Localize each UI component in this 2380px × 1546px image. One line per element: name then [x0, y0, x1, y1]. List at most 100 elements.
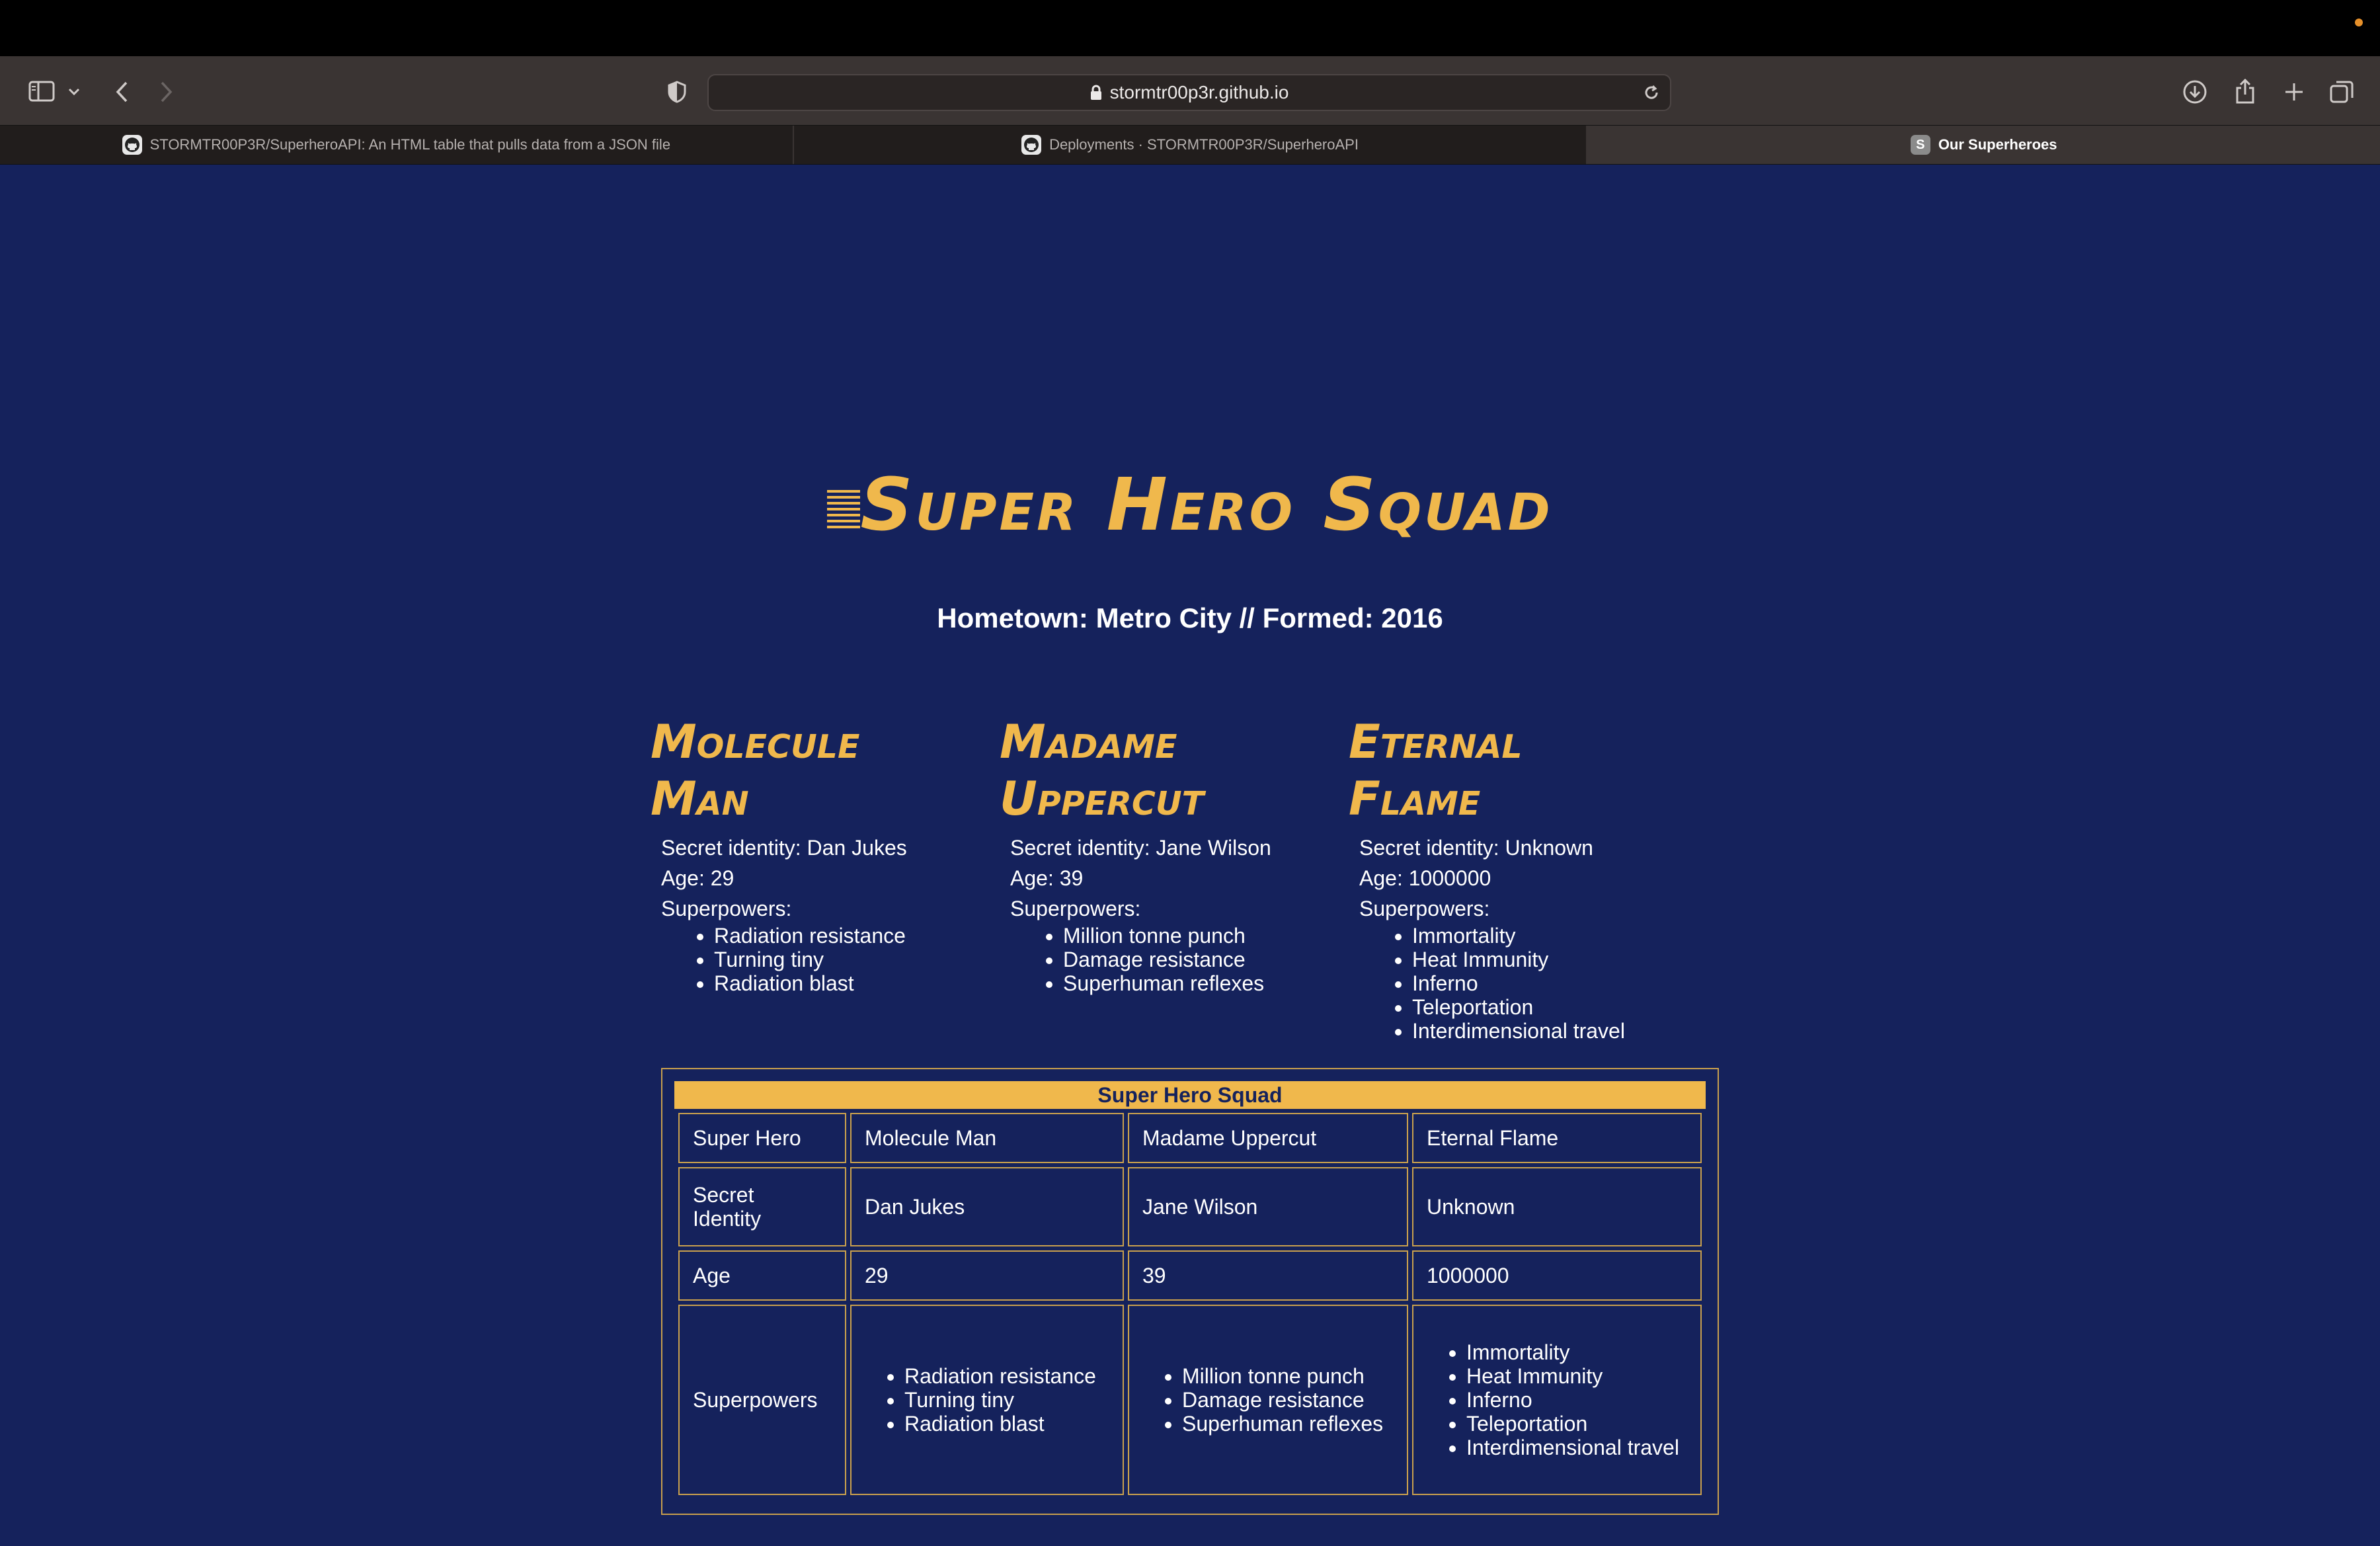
address-bar[interactable]: stormtr00p3r.github.io: [707, 74, 1671, 111]
table-cell: Radiation resistance Turning tiny Radiat…: [850, 1305, 1124, 1495]
table-caption: Super Hero Squad: [674, 1081, 1706, 1109]
hero-age: Age: 39: [1010, 866, 1084, 890]
hero-name: Molecule Man: [651, 715, 860, 826]
hero-card: Eternal Flame Secret identity: Unknown A…: [1349, 713, 1670, 1043]
list-item: Radiation blast: [904, 1412, 1109, 1436]
table-cell: Jane Wilson: [1128, 1167, 1408, 1246]
list-item: Radiation blast: [714, 971, 972, 995]
row-header: Secret Identity: [678, 1167, 846, 1246]
github-icon: [122, 135, 142, 155]
row-header: Age: [678, 1250, 846, 1301]
list-item: Million tonne punch: [1182, 1364, 1394, 1388]
list-item: Turning tiny: [714, 948, 972, 971]
tab-label: STORMTR00P3R/SuperheroAPI: An HTML table…: [149, 136, 671, 153]
table-cell: Immortality Heat Immunity Inferno Telepo…: [1412, 1305, 1702, 1495]
hero-powers-list: Immortality Heat Immunity Inferno Telepo…: [1359, 924, 1670, 1043]
list-item: Interdimensional travel: [1412, 1019, 1670, 1043]
list-item: Inferno: [1412, 971, 1670, 995]
hero-card: Molecule Man Secret identity: Dan Jukes …: [651, 713, 972, 995]
page-title: Super Hero Squad: [0, 462, 2380, 547]
new-tab-icon[interactable]: [2280, 77, 2309, 106]
tab-bar: STORMTR00P3R/SuperheroAPI: An HTML table…: [0, 125, 2380, 165]
url-text: stormtr00p3r.github.io: [1109, 82, 1289, 102]
powers-list: Immortality Heat Immunity Inferno Telepo…: [1427, 1340, 1687, 1459]
hero-age: Age: 1000000: [1359, 866, 1491, 890]
downloads-icon[interactable]: [2180, 77, 2209, 106]
row-header: Super Hero: [678, 1113, 846, 1163]
list-item: Teleportation: [1466, 1412, 1687, 1436]
row-header: Superpowers: [678, 1305, 846, 1495]
list-item: Heat Immunity: [1412, 948, 1670, 971]
list-item: Damage resistance: [1182, 1388, 1394, 1412]
table-cell: Dan Jukes: [850, 1167, 1124, 1246]
list-item: Radiation resistance: [714, 924, 972, 948]
tab-label: Deployments · STORMTR00P3R/SuperheroAPI: [1049, 136, 1359, 153]
sidebar-toggle-icon[interactable]: [25, 77, 58, 105]
hero-secret-identity: Secret identity: Unknown: [1359, 836, 1593, 860]
site-favicon: S: [1910, 135, 1930, 155]
hero-secret-identity: Secret identity: Jane Wilson: [1010, 836, 1271, 860]
hero-table: Super Hero Squad Super Hero Molecule Man…: [674, 1081, 1706, 1499]
speed-lines-decoration: [827, 489, 861, 530]
hero-secret-identity: Secret identity: Dan Jukes: [661, 836, 907, 860]
list-item: Million tonne punch: [1063, 924, 1321, 948]
share-icon[interactable]: [2231, 75, 2260, 108]
list-item: Inferno: [1466, 1388, 1687, 1412]
table-row: Super Hero Molecule Man Madame Uppercut …: [678, 1113, 1702, 1163]
tab-label: Our Superheroes: [1938, 136, 2057, 153]
table-row: Superpowers Radiation resistance Turning…: [678, 1305, 1702, 1495]
back-icon[interactable]: [108, 77, 135, 106]
privacy-shield-icon[interactable]: [664, 79, 690, 105]
hero-powers-list: Radiation resistance Turning tiny Radiat…: [661, 924, 972, 995]
hero-powers-label: Superpowers:: [661, 897, 792, 920]
hero-age: Age: 29: [661, 866, 734, 890]
list-item: Damage resistance: [1063, 948, 1321, 971]
page-subtitle: Hometown: Metro City // Formed: 2016: [937, 602, 1443, 633]
hero-card: Madame Uppercut Secret identity: Jane Wi…: [1000, 713, 1321, 995]
list-item: Superhuman reflexes: [1182, 1412, 1394, 1436]
list-item: Superhuman reflexes: [1063, 971, 1321, 995]
table-row: Age 29 39 1000000: [678, 1250, 1702, 1301]
hero-info: Secret identity: Unknown Age: 1000000 Su…: [1359, 833, 1670, 1043]
tab-our-superheroes[interactable]: S Our Superheroes: [1587, 126, 2380, 164]
reload-icon[interactable]: [1642, 83, 1661, 105]
table-cell: Million tonne punch Damage resistance Su…: [1128, 1305, 1408, 1495]
list-item: Immortality: [1412, 924, 1670, 948]
hero-table-container: Super Hero Squad Super Hero Molecule Man…: [661, 1068, 1719, 1515]
chevron-down-icon[interactable]: [65, 83, 83, 101]
table-cell: Molecule Man: [850, 1113, 1124, 1163]
table-row: Secret Identity Dan Jukes Jane Wilson Un…: [678, 1167, 1702, 1246]
hero-powers-label: Superpowers:: [1359, 897, 1490, 920]
screen: stormtr00p3r.github.io STORMTR00P3R/Supe…: [0, 0, 2380, 1546]
list-item: Heat Immunity: [1466, 1364, 1687, 1388]
hero-info: Secret identity: Dan Jukes Age: 29 Super…: [661, 833, 972, 995]
lock-icon: [1090, 85, 1101, 100]
tab-github-repo[interactable]: STORMTR00P3R/SuperheroAPI: An HTML table…: [0, 126, 794, 164]
table-cell: Madame Uppercut: [1128, 1113, 1408, 1163]
hero-name: Madame Uppercut: [1000, 715, 1205, 826]
powers-list: Radiation resistance Turning tiny Radiat…: [865, 1364, 1109, 1436]
hero-powers-list: Million tonne punch Damage resistance Su…: [1010, 924, 1321, 995]
table-cell: 1000000: [1412, 1250, 1702, 1301]
table-cell: Unknown: [1412, 1167, 1702, 1246]
list-item: Immortality: [1466, 1340, 1687, 1364]
list-item: Interdimensional travel: [1466, 1436, 1687, 1459]
table-cell: 39: [1128, 1250, 1408, 1301]
tab-overview-icon[interactable]: [2327, 77, 2356, 106]
page-content: Super Hero Squad Hometown: Metro City //…: [0, 165, 2380, 1546]
browser-toolbar: stormtr00p3r.github.io: [0, 56, 2380, 125]
forward-icon[interactable]: [153, 77, 180, 106]
github-icon: [1021, 135, 1042, 155]
menu-bar: [0, 0, 2380, 56]
list-item: Turning tiny: [904, 1388, 1109, 1412]
hero-name: Eternal Flame: [1349, 715, 1523, 826]
recording-indicator-icon: [2355, 19, 2363, 26]
table-cell: Eternal Flame: [1412, 1113, 1702, 1163]
table-cell: 29: [850, 1250, 1124, 1301]
tab-deployments[interactable]: Deployments · STORMTR00P3R/SuperheroAPI: [794, 126, 1588, 164]
hero-powers-label: Superpowers:: [1010, 897, 1141, 920]
list-item: Radiation resistance: [904, 1364, 1109, 1388]
hero-info: Secret identity: Jane Wilson Age: 39 Sup…: [1010, 833, 1321, 995]
powers-list: Million tonne punch Damage resistance Su…: [1142, 1364, 1394, 1436]
list-item: Teleportation: [1412, 995, 1670, 1019]
